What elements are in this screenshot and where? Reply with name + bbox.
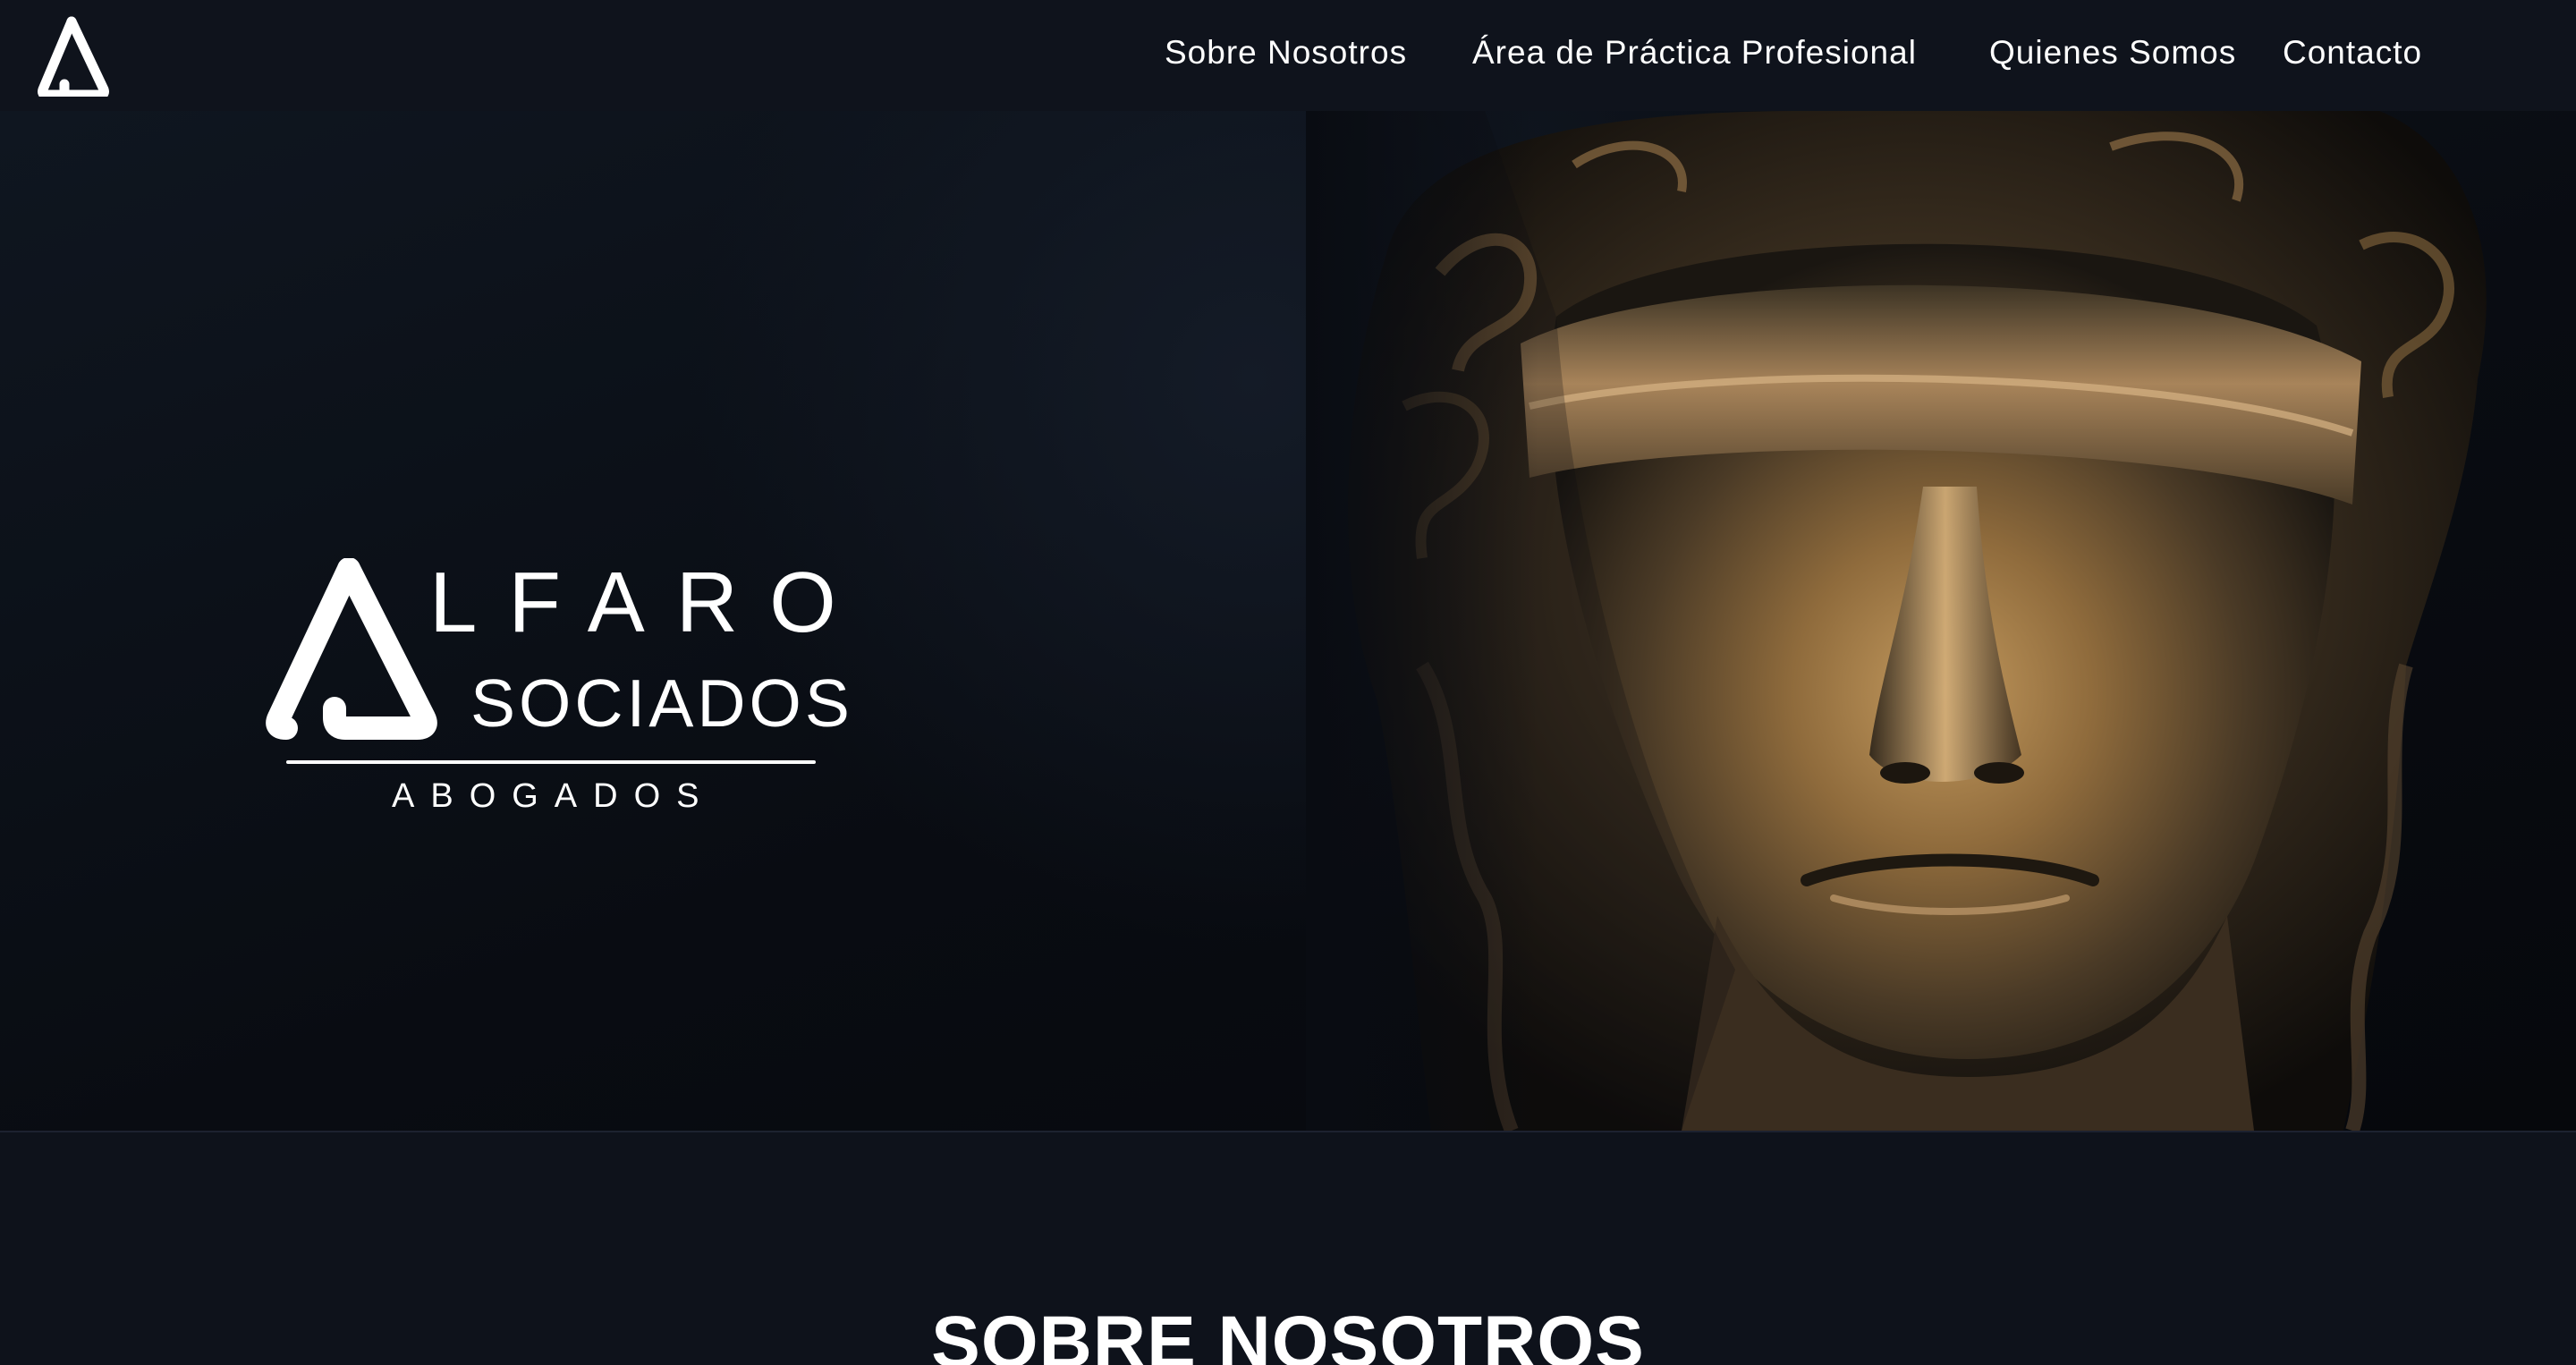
nav-link-contacto[interactable]: Contacto (2283, 34, 2422, 72)
brand-triangle-a-icon (266, 558, 437, 740)
nav-link-area-de-practica[interactable]: Área de Práctica Profesional (1472, 34, 1917, 72)
sobre-nosotros-section: SOBRE NOSOTROS (0, 1132, 2576, 1365)
top-navigation-bar: Sobre Nosotros Área de Práctica Profesio… (0, 0, 2576, 111)
brand-tagline: ABOGADOS (392, 777, 716, 815)
page: Sobre Nosotros Área de Práctica Profesio… (0, 0, 2576, 1365)
main-nav-menu: Sobre Nosotros Área de Práctica Profesio… (0, 0, 2576, 111)
lady-justice-statue-image (1306, 111, 2487, 1131)
alfaro-asociados-brand: LFARO SOCIADOS ABOGADOS (259, 558, 868, 827)
brand-name: LFARO (429, 555, 868, 650)
nav-link-quienes-somos[interactable]: Quienes Somos (1989, 34, 2236, 72)
nav-link-sobre-nosotros[interactable]: Sobre Nosotros (1165, 34, 1407, 72)
section-title: SOBRE NOSOTROS (931, 1301, 1645, 1365)
hero-banner: LFARO SOCIADOS ABOGADOS (0, 111, 2576, 1131)
brand-divider (286, 760, 816, 764)
brand-subtitle: SOCIADOS (470, 666, 853, 741)
